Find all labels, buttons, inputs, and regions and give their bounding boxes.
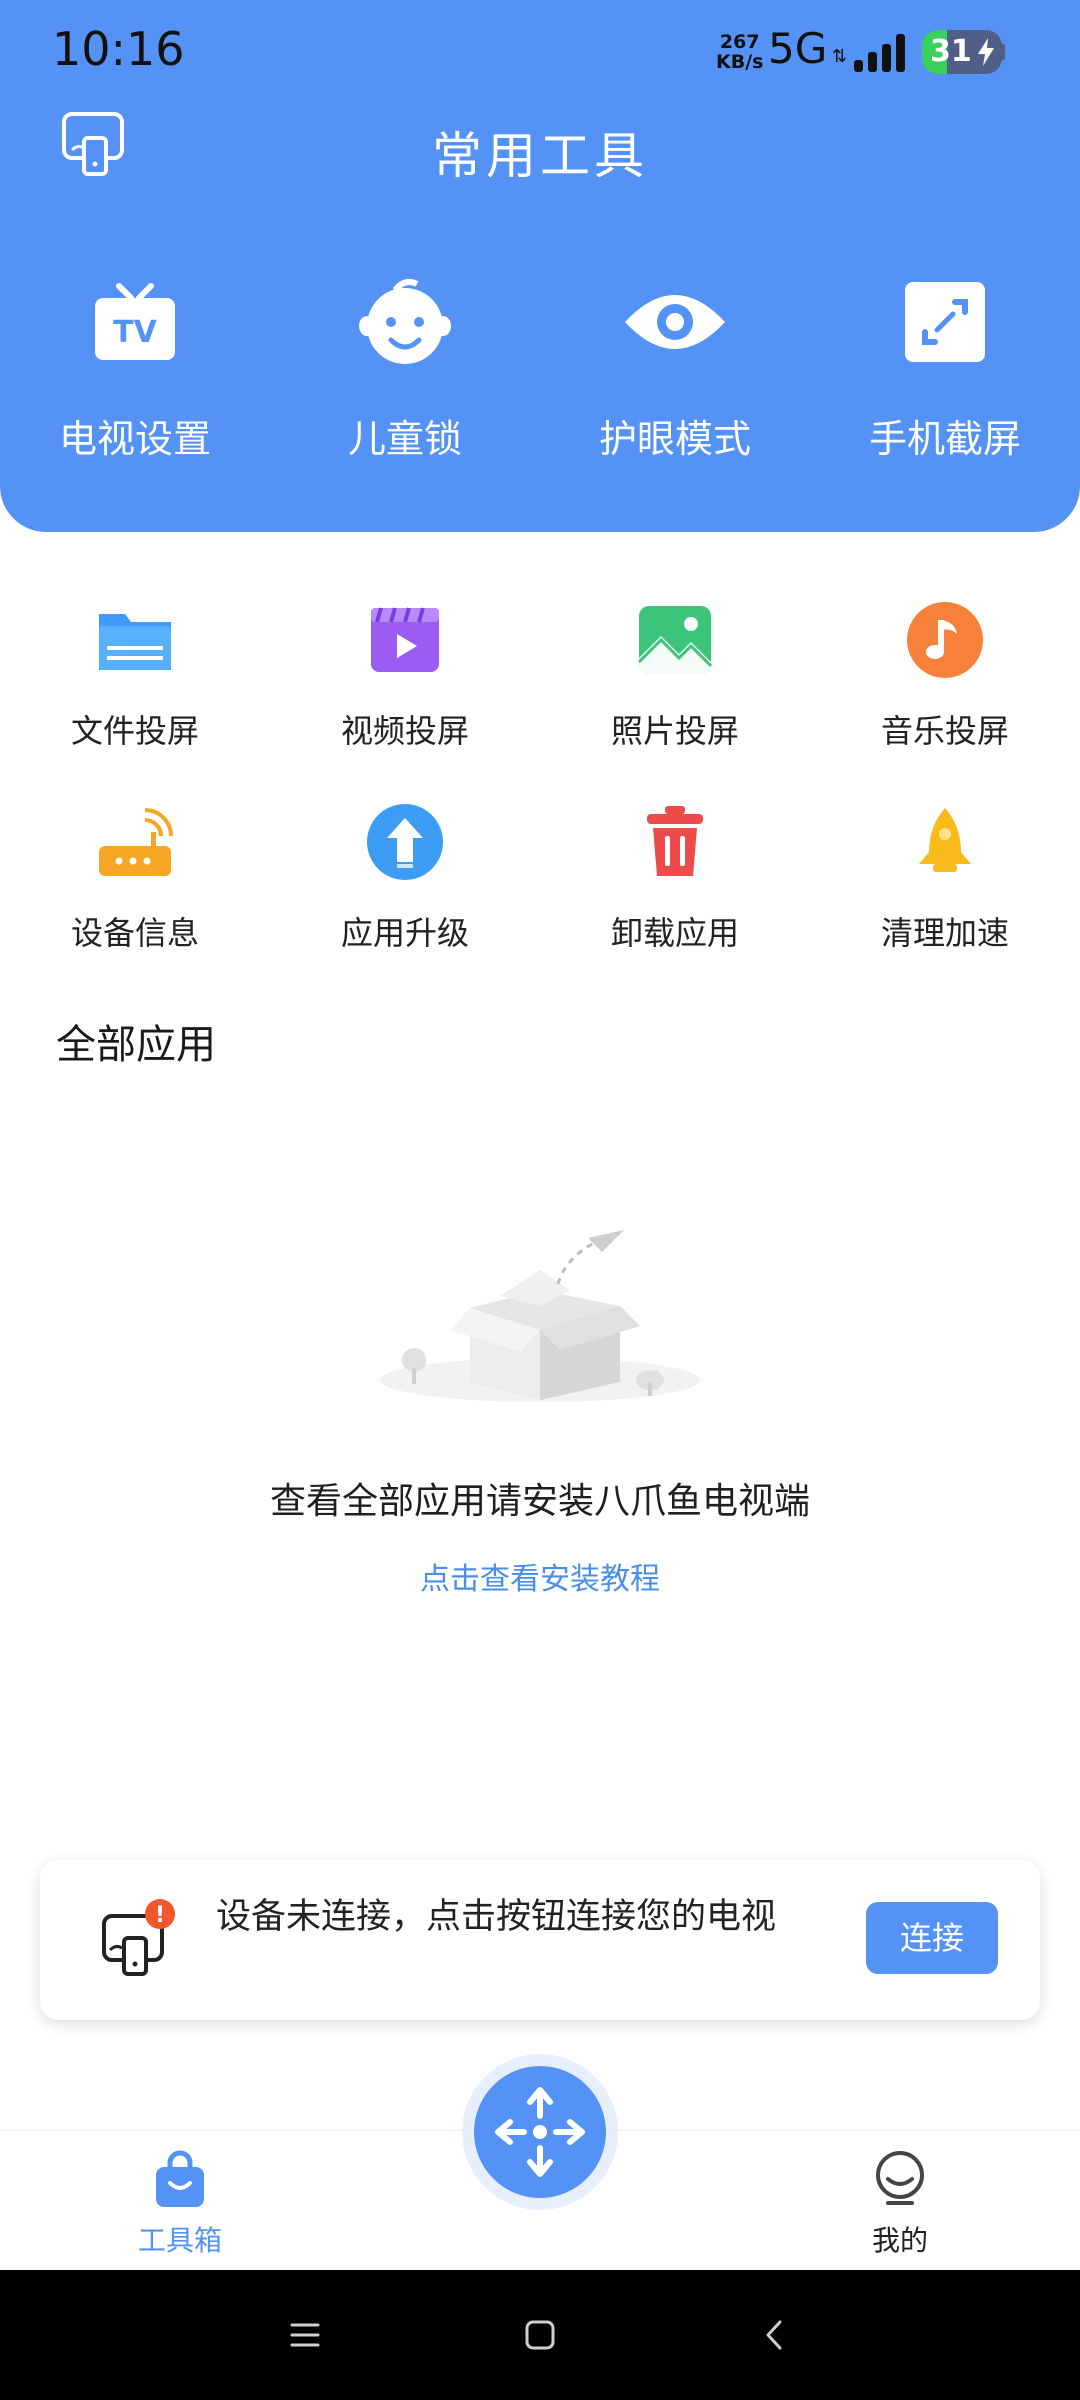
- tool-label: 清理加速: [880, 914, 1009, 952]
- tool-tv-settings[interactable]: TV 电视设置: [0, 272, 270, 472]
- tool-uninstall-app[interactable]: 卸载应用: [540, 802, 810, 972]
- tool-label: 设备信息: [70, 914, 199, 952]
- top-tools: TV 电视设置 儿童锁 护眼模式 手机截屏: [0, 272, 1080, 472]
- connect-button[interactable]: 连接: [866, 1902, 998, 1974]
- photo-icon: [637, 606, 713, 674]
- tool-app-upgrade[interactable]: 应用升级: [270, 802, 540, 972]
- charging-icon: [978, 38, 994, 66]
- status-time: 10:16: [52, 22, 185, 76]
- profile-icon: [876, 2151, 924, 2205]
- tool-photo-cast[interactable]: 照片投屏: [540, 600, 810, 770]
- connect-message: 设备未连接，点击按钮连接您的电视: [216, 1897, 777, 1937]
- music-icon: [907, 602, 983, 678]
- alert-badge: !: [155, 1903, 165, 1928]
- network-speed-value: 267: [719, 31, 760, 53]
- tool-label: 手机截屏: [868, 417, 1021, 461]
- back-icon[interactable]: [750, 2310, 800, 2360]
- connect-card: ! 设备未连接，点击按钮连接您的电视 连接: [40, 1860, 1040, 2020]
- nav-label: 我的: [871, 2224, 928, 2257]
- system-nav-bar: [0, 2270, 1080, 2400]
- home-icon[interactable]: [515, 2310, 565, 2360]
- upgrade-icon: [367, 804, 443, 880]
- tool-label: 儿童锁: [347, 417, 462, 461]
- tool-label: 音乐投屏: [880, 712, 1009, 750]
- rocket-icon: [919, 808, 971, 872]
- folder-icon: [99, 614, 171, 670]
- app-screen: 10:16 267 KB/s 5G ⇅ 31 常用工具 TV 电视设置 儿童锁 …: [0, 0, 1080, 2400]
- nav-label: 工具箱: [137, 2224, 222, 2257]
- tool-child-lock[interactable]: 儿童锁: [270, 272, 540, 472]
- tool-clean-boost[interactable]: 清理加速: [810, 802, 1080, 972]
- eye-icon: [625, 295, 725, 349]
- data-activity-icon: ⇅: [832, 46, 847, 67]
- battery-cap: [1000, 44, 1005, 60]
- battery-icon: 31: [922, 30, 1002, 74]
- move-arrows-icon: [495, 2087, 585, 2177]
- tool-device-info[interactable]: 设备信息: [0, 802, 270, 972]
- network-speed: 267 KB/s: [716, 32, 763, 72]
- trash-icon: [647, 806, 703, 876]
- tool-phone-screenshot[interactable]: 手机截屏: [810, 272, 1080, 472]
- svg-text:TV: TV: [113, 315, 157, 350]
- all-apps-title: 全部应用: [56, 1022, 216, 1068]
- empty-box-illustration: [380, 1230, 700, 1402]
- child-face-icon: [359, 279, 451, 364]
- battery-level: 31: [930, 34, 972, 69]
- install-tutorial-link[interactable]: 点击查看安装教程: [0, 1554, 1080, 1598]
- network-type: 5G: [768, 24, 828, 73]
- tool-file-cast[interactable]: 文件投屏: [0, 600, 270, 770]
- menu-icon[interactable]: [280, 2310, 330, 2360]
- nav-mine[interactable]: 我的: [810, 2149, 990, 2269]
- screenshot-icon: [905, 282, 985, 362]
- tool-label: 照片投屏: [610, 712, 739, 750]
- tool-label: 视频投屏: [340, 712, 469, 750]
- empty-message: 查看全部应用请安装八爪鱼电视端: [269, 1481, 810, 1522]
- video-icon: [371, 607, 439, 672]
- tool-video-cast[interactable]: 视频投屏: [270, 600, 540, 770]
- tool-label: 文件投屏: [70, 712, 199, 750]
- tool-label: 应用升级: [340, 914, 469, 952]
- tool-label: 电视设置: [58, 417, 211, 461]
- nav-toolbox[interactable]: 工具箱: [90, 2149, 270, 2269]
- tv-icon: TV: [95, 283, 175, 360]
- header: 10:16 267 KB/s 5G ⇅ 31 常用工具 TV 电视设置 儿童锁 …: [0, 0, 1080, 532]
- tool-eye-mode[interactable]: 护眼模式: [540, 272, 810, 472]
- tool-music-cast[interactable]: 音乐投屏: [810, 600, 1080, 770]
- tool-label: 护眼模式: [598, 417, 751, 461]
- remote-control-fab[interactable]: [474, 2066, 606, 2198]
- router-icon: [99, 808, 173, 876]
- shopping-bag-icon: [156, 2150, 204, 2207]
- tool-label: 卸载应用: [610, 914, 739, 952]
- tool-grid: 文件投屏 视频投屏 照片投屏 音乐投屏 设备信息 应用升级 卸载应用 清理加速: [0, 600, 1080, 970]
- network-speed-unit: KB/s: [716, 51, 764, 73]
- page-title: 常用工具: [432, 127, 648, 185]
- disconnected-device-icon: !: [102, 1899, 175, 1976]
- status-bar: 10:16 267 KB/s 5G ⇅ 31: [0, 0, 1080, 104]
- signal-icon: [854, 34, 910, 72]
